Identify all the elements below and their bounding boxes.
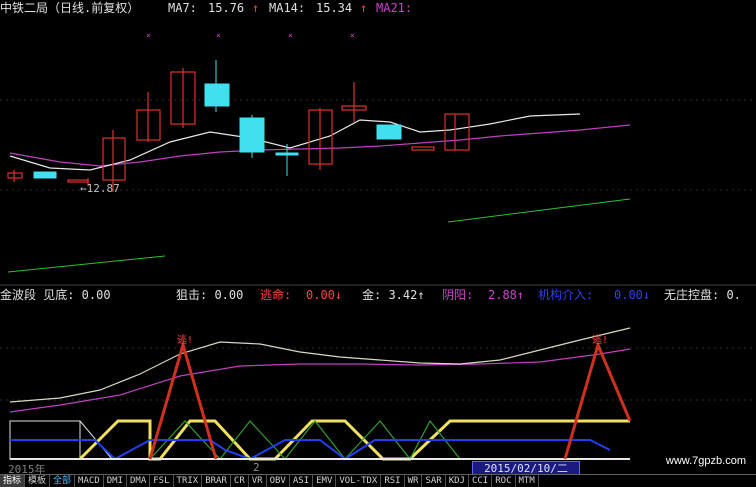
indicator-yinyang-label: 阴阳:: [442, 288, 474, 302]
tab-vol-tdx[interactable]: VOL-TDX: [336, 475, 382, 487]
indicator-purple-line: [9, 348, 631, 413]
marker-x-4: ×: [350, 31, 355, 40]
period-marker: 2: [253, 461, 260, 474]
tab-dmi[interactable]: DMI: [104, 475, 127, 487]
tab-rsi[interactable]: RSI: [381, 475, 405, 487]
escape-spike-2: [563, 340, 632, 460]
indicator-yinyang-value: 2.88↑: [488, 288, 525, 302]
indicator-institution-label: 机构介入:: [538, 288, 594, 302]
marker-x-2: ×: [216, 31, 221, 40]
tab-fsl[interactable]: FSL: [150, 475, 174, 487]
tab-asi[interactable]: ASI: [290, 475, 314, 487]
tab-macd[interactable]: MACD: [75, 475, 104, 487]
tab-sar[interactable]: SAR: [422, 475, 446, 487]
chart-canvas: × × × ×: [0, 31, 756, 461]
tab-mtm[interactable]: MTM: [516, 475, 539, 487]
tab-all[interactable]: 全部: [50, 475, 76, 487]
tab-trix[interactable]: TRIX: [174, 475, 203, 487]
candlesticks: [7, 60, 470, 192]
indicator-blue-line: [10, 439, 611, 461]
marker-x-1: ×: [146, 31, 151, 40]
tab-template[interactable]: 模板: [25, 475, 51, 487]
indicator-control-value: 无庄控盘: 0.: [664, 288, 741, 302]
low-price-marker: ←12.87: [80, 182, 120, 195]
trend-line-upper: [447, 198, 631, 223]
indicator-bottom-value: 金波段 见底: 0.00: [0, 288, 111, 302]
stock-chart-window: 中铁二局（日线.前复权） MA7: 15.76 ↑ MA14: 15.34 ↑ …: [0, 0, 756, 487]
indicator-gold-value: 金: 3.42↑: [362, 288, 425, 302]
indicator-white-line: [9, 327, 631, 403]
escape-spike-1: [148, 339, 218, 460]
indicator-escape-value: 0.00↓: [306, 288, 343, 302]
indicator-header: 金波段 见底: 0.00 狙击: 0.00 逃命: 0.00↓ 金: 3.42↑…: [0, 287, 756, 303]
escape-label-2: 逃!: [592, 335, 609, 346]
tab-kdj[interactable]: KDJ: [446, 475, 469, 487]
tab-emv[interactable]: EMV: [313, 475, 337, 487]
escape-label-1: 逃!: [177, 335, 194, 346]
tab-roc[interactable]: ROC: [492, 475, 516, 487]
indicator-tab-bar: 指标 模板 全部 MACD DMI DMA FSL TRIX BRAR CR V…: [0, 474, 756, 487]
tab-cci[interactable]: CCI: [469, 475, 493, 487]
ma-white-line: [9, 113, 581, 171]
marker-x-3: ×: [288, 31, 293, 40]
tab-brar[interactable]: BRAR: [202, 475, 231, 487]
trend-line-lower: [7, 255, 166, 273]
watermark: www.7gpzb.com: [665, 455, 746, 467]
tab-wr[interactable]: WR: [405, 475, 423, 487]
indicator-institution-value: 0.00↓: [614, 288, 651, 302]
indicator-snipe-value: 狙击: 0.00: [176, 288, 244, 302]
indicator-escape-label: 逃命:: [260, 288, 292, 302]
tab-dma[interactable]: DMA: [127, 475, 151, 487]
tab-cr[interactable]: CR: [231, 475, 249, 487]
tab-vr[interactable]: VR: [249, 475, 267, 487]
tab-indicator[interactable]: 指标: [0, 475, 26, 487]
tab-obv[interactable]: OBV: [267, 475, 290, 487]
